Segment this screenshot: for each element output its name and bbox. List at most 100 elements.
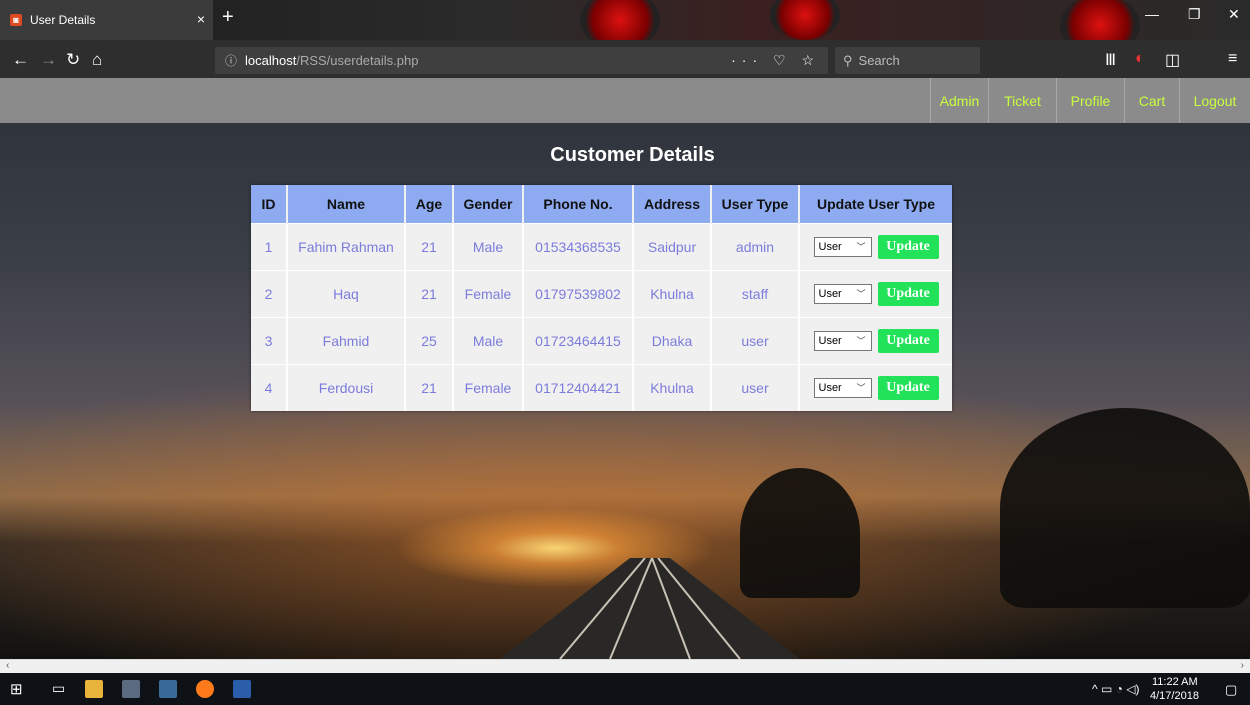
- scroll-right-icon[interactable]: ›: [1241, 660, 1244, 671]
- nav-logout[interactable]: Logout: [1179, 78, 1250, 123]
- table-row: 1 Fahim Rahman 21 Male 01534368535 Saidp…: [251, 222, 952, 270]
- select-value: User: [818, 287, 842, 300]
- search-input[interactable]: ⚲ Search: [835, 47, 980, 74]
- cell-phone: 01723464415: [523, 316, 634, 364]
- update-button[interactable]: Update: [877, 328, 939, 353]
- select-value: User: [818, 240, 842, 253]
- horizontal-scrollbar[interactable]: ‹ ›: [0, 659, 1250, 673]
- info-icon[interactable]: ⓘ: [225, 52, 237, 69]
- forward-icon[interactable]: →: [40, 50, 57, 70]
- cell-user-type: admin: [711, 222, 800, 270]
- chevron-down-icon: ﹀: [856, 382, 866, 393]
- cell-address: Dhaka: [633, 316, 712, 364]
- cell-id: 4: [251, 363, 288, 411]
- cell-address: Khulna: [633, 269, 712, 317]
- back-icon[interactable]: ←: [12, 50, 29, 70]
- nav-cart[interactable]: Cart: [1124, 78, 1179, 123]
- scroll-left-icon[interactable]: ‹: [6, 660, 9, 671]
- clock-date: 4/17/2018: [1150, 690, 1199, 702]
- cell-update: User ﹀ Update: [799, 316, 952, 364]
- reload-icon[interactable]: ↻: [66, 50, 80, 70]
- select-value: User: [818, 381, 842, 394]
- close-window-icon[interactable]: ✕: [1228, 6, 1240, 23]
- sublime-icon[interactable]: [122, 680, 140, 698]
- sidebar-icon[interactable]: ◫: [1165, 50, 1180, 70]
- cell-name: Fahim Rahman: [287, 222, 406, 270]
- extension-icon[interactable]: ◐: [1135, 50, 1145, 68]
- select-value: User: [818, 334, 842, 347]
- page-title: Customer Details: [550, 144, 715, 166]
- url-path: /RSS/userdetails.php: [296, 53, 419, 68]
- page-favicon-icon: ◙: [10, 14, 22, 26]
- chevron-down-icon: ﹀: [856, 241, 866, 252]
- search-icon: ⚲: [843, 52, 853, 68]
- file-explorer-icon[interactable]: [85, 680, 103, 698]
- notification-icon[interactable]: ▢: [1225, 682, 1237, 698]
- user-type-select[interactable]: User ﹀: [813, 330, 872, 351]
- minimize-icon[interactable]: —: [1145, 6, 1159, 22]
- cell-update: User ﹀ Update: [799, 269, 952, 317]
- cell-user-type: staff: [711, 269, 800, 317]
- table-row: 2 Haq 21 Female 01797539802 Khulna staff…: [251, 269, 952, 317]
- column-header: Age: [405, 185, 454, 223]
- menu-icon[interactable]: ≡: [1228, 50, 1237, 68]
- task-view-icon[interactable]: ▭: [52, 680, 65, 697]
- tray-icons[interactable]: ^ ▭ ◔ ◁): [1092, 682, 1139, 696]
- page-actions-icon[interactable]: ··· ♡ ☆: [731, 52, 820, 69]
- app-icon[interactable]: [159, 680, 177, 698]
- nav-ticket[interactable]: Ticket: [988, 78, 1056, 123]
- update-button[interactable]: Update: [877, 234, 939, 259]
- library-icon[interactable]: Ⅲ: [1105, 50, 1116, 70]
- cell-id: 3: [251, 316, 288, 364]
- home-icon[interactable]: ⌂: [92, 50, 102, 70]
- column-header: Name: [287, 185, 406, 223]
- firefox-icon[interactable]: [196, 680, 214, 698]
- word-icon[interactable]: [233, 680, 251, 698]
- cell-id: 1: [251, 222, 288, 270]
- theme-decoration: [770, 0, 840, 40]
- column-header: Address: [633, 185, 712, 223]
- url-bar[interactable]: ⓘ localhost /RSS/userdetails.php ··· ♡ ☆: [215, 47, 828, 74]
- chevron-down-icon: ﹀: [856, 288, 866, 299]
- update-button[interactable]: Update: [877, 281, 939, 306]
- nav-admin[interactable]: Admin: [930, 78, 988, 123]
- cell-phone: 01712404421: [523, 363, 634, 411]
- user-type-select[interactable]: User ﹀: [813, 283, 872, 304]
- cell-age: 21: [405, 363, 454, 411]
- cell-gender: Male: [453, 316, 524, 364]
- new-tab-button[interactable]: +: [222, 6, 234, 29]
- restore-icon[interactable]: ❐: [1188, 6, 1201, 23]
- update-button[interactable]: Update: [877, 375, 939, 400]
- browser-tab-bar: ◙ User Details × + — ❐ ✕: [0, 0, 1250, 55]
- cell-gender: Male: [453, 222, 524, 270]
- cell-phone: 01534368535: [523, 222, 634, 270]
- close-tab-icon[interactable]: ×: [197, 11, 205, 27]
- page-content: Admin Ticket Profile Cart Logout Custome…: [0, 78, 1250, 659]
- cell-name: Fahmid: [287, 316, 406, 364]
- tree-silhouette: [740, 468, 860, 598]
- customer-table: ID Name Age Gender Phone No. Address Use…: [251, 185, 952, 411]
- windows-start-icon[interactable]: ⊞: [10, 680, 23, 698]
- user-type-select[interactable]: User ﹀: [813, 377, 872, 398]
- search-placeholder: Search: [858, 53, 900, 68]
- nav-profile[interactable]: Profile: [1056, 78, 1124, 123]
- column-header: Gender: [453, 185, 524, 223]
- cell-update: User ﹀ Update: [799, 363, 952, 411]
- cell-address: Saidpur: [633, 222, 712, 270]
- cell-id: 2: [251, 269, 288, 317]
- browser-tab[interactable]: ◙ User Details ×: [0, 0, 213, 40]
- cell-phone: 01797539802: [523, 269, 634, 317]
- cell-gender: Female: [453, 269, 524, 317]
- cell-update: User ﹀ Update: [799, 222, 952, 270]
- cell-address: Khulna: [633, 363, 712, 411]
- cell-age: 25: [405, 316, 454, 364]
- user-type-select[interactable]: User ﹀: [813, 236, 872, 257]
- cell-gender: Female: [453, 363, 524, 411]
- windows-taskbar: ⊞ ▭ ^ ▭ ◔ ◁) 11:22 AM 4/17/2018 ▢: [0, 673, 1250, 705]
- cell-name: Ferdousi: [287, 363, 406, 411]
- cell-age: 21: [405, 222, 454, 270]
- cell-user-type: user: [711, 316, 800, 364]
- cell-name: Haq: [287, 269, 406, 317]
- table-header-row: ID Name Age Gender Phone No. Address Use…: [251, 185, 952, 223]
- column-header: User Type: [711, 185, 800, 223]
